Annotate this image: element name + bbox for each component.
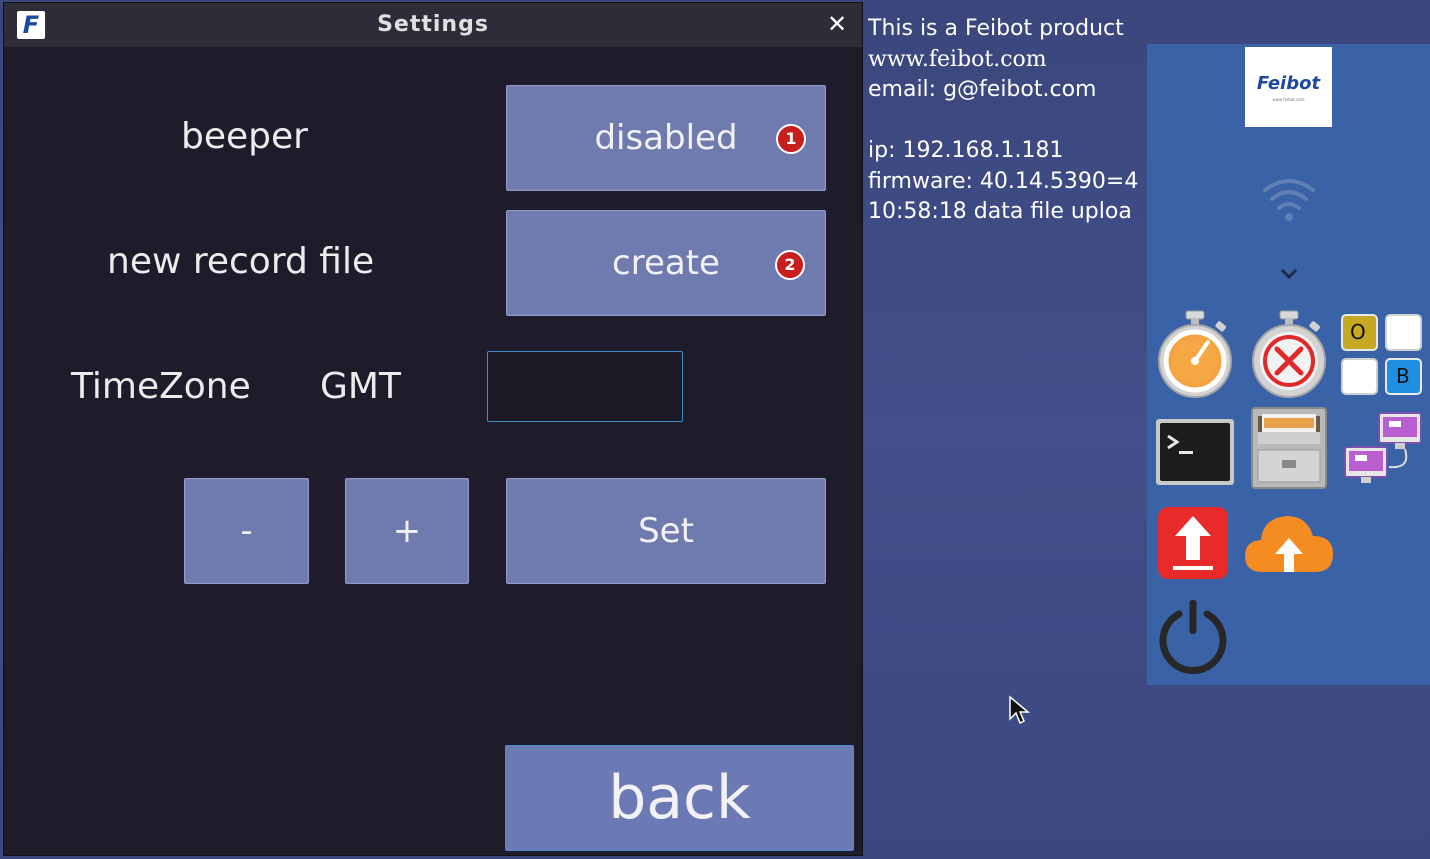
device-info: This is a Feibot product www.feibot.com … [868, 14, 1148, 228]
tile-o: O [1341, 314, 1378, 351]
title-bar: F Settings ✕ [4, 3, 862, 47]
upload-icon[interactable] [1157, 506, 1229, 580]
terminal-icon[interactable] [1155, 418, 1235, 486]
tile-blank-top [1385, 314, 1422, 351]
file-cabinet-icon[interactable] [1250, 406, 1328, 490]
timezone-minus-button[interactable]: - [184, 478, 309, 584]
info-upload-status: 10:58:18 data file uploa [868, 199, 1132, 224]
info-product: This is a Feibot product [868, 16, 1124, 41]
launcher-panel: Feibot www.feibot.com O B [1147, 44, 1430, 685]
info-blank [868, 106, 1148, 137]
gmt-label: GMT [320, 366, 401, 407]
power-icon[interactable] [1157, 598, 1229, 674]
tile-b: B [1385, 358, 1422, 395]
timezone-input[interactable] [487, 351, 683, 422]
beeper-button-label: disabled [594, 118, 738, 158]
info-website: www.feibot.com [868, 46, 1047, 72]
timezone-set-button[interactable]: Set [506, 478, 826, 584]
feibot-logo: Feibot www.feibot.com [1245, 47, 1332, 127]
beeper-label: beeper [181, 116, 308, 157]
logo-url: www.feibot.com [1272, 96, 1305, 102]
close-icon[interactable]: ✕ [822, 9, 852, 39]
settings-window: F Settings ✕ beeper disabled 1 new recor… [3, 2, 863, 856]
ob-tiles-icon[interactable]: O B [1341, 314, 1425, 396]
mouse-cursor-icon [1009, 695, 1030, 725]
wifi-icon[interactable] [1261, 174, 1317, 230]
info-email: email: g@feibot.com [868, 77, 1097, 102]
stopwatch-icon[interactable] [1156, 309, 1234, 399]
info-firmware: firmware: 40.14.5390=4 [868, 168, 1139, 194]
back-button[interactable]: back [505, 745, 854, 851]
timezone-label: TimeZone [71, 366, 251, 407]
window-title: Settings [377, 12, 489, 37]
tile-blank-bottom [1341, 358, 1378, 395]
beeper-toggle-button[interactable]: disabled 1 [506, 85, 826, 191]
info-ip: ip: 192.168.1.181 [868, 138, 1064, 163]
network-monitors-icon[interactable] [1341, 409, 1427, 487]
logo-brand: Feibot [1256, 72, 1321, 94]
chevron-down-icon[interactable] [1277, 266, 1301, 282]
stopwatch-cancel-icon[interactable] [1250, 309, 1328, 399]
cloud-upload-icon[interactable] [1243, 510, 1335, 574]
record-badge: 2 [775, 250, 805, 280]
record-file-label: new record file [107, 241, 375, 282]
create-button-label: create [612, 243, 720, 283]
timezone-plus-button[interactable]: + [345, 478, 469, 584]
beeper-badge: 1 [776, 124, 806, 154]
create-record-button[interactable]: create 2 [506, 210, 826, 316]
